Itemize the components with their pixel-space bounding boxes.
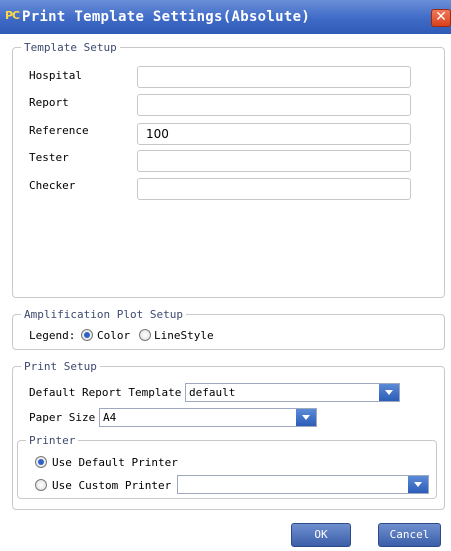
reference-input[interactable]: 100 (137, 123, 411, 145)
linestyle-radio[interactable] (139, 329, 151, 341)
hospital-label: Hospital (29, 69, 82, 82)
tester-label: Tester (29, 151, 69, 164)
paper-size-select[interactable]: A4 (99, 408, 317, 427)
default-template-label: Default Report Template (29, 386, 182, 399)
checker-label: Checker (29, 179, 76, 192)
print-setup-legend: Print Setup (24, 360, 97, 373)
checker-input[interactable] (137, 178, 411, 200)
report-label: Report (29, 96, 69, 109)
title-bar: PC Print Template Settings(Absolute) ✕ (0, 0, 451, 34)
printer-legend: Printer (29, 434, 76, 447)
custom-printer-select[interactable] (177, 475, 429, 494)
default-printer-label: Use Default Printer (52, 456, 178, 469)
reference-label: Reference (29, 124, 89, 137)
report-input[interactable] (137, 94, 411, 116)
amplification-legend: Amplification Plot Setup (24, 308, 183, 321)
color-radio[interactable] (81, 329, 93, 341)
chevron-down-icon[interactable] (296, 409, 316, 426)
paper-size-value: A4 (103, 411, 117, 424)
chevron-down-icon[interactable] (379, 384, 399, 401)
default-printer-radio[interactable] (35, 456, 47, 468)
tester-input[interactable] (137, 150, 411, 172)
amplification-plot-group: Amplification Plot Setup (12, 308, 445, 350)
close-button[interactable]: ✕ (431, 9, 451, 27)
window-title: Print Template Settings(Absolute) (22, 9, 311, 25)
hospital-input[interactable] (137, 66, 411, 88)
color-label: Color (97, 329, 131, 342)
legend-label: Legend: (29, 329, 76, 342)
dialog-body: Template Setup Hospital Report Reference… (0, 34, 451, 551)
cancel-button[interactable]: Cancel (378, 523, 441, 547)
close-icon: ✕ (435, 9, 447, 25)
custom-printer-label: Use Custom Printer (52, 479, 172, 492)
default-template-select[interactable]: default (185, 383, 400, 402)
linestyle-label: LineStyle (154, 329, 214, 342)
ok-button[interactable]: OK (291, 523, 351, 547)
default-template-value: default (189, 386, 236, 399)
paper-size-label: Paper Size (29, 411, 96, 424)
custom-printer-radio[interactable] (35, 479, 47, 491)
chevron-down-icon[interactable] (408, 476, 428, 493)
template-setup-legend: Template Setup (24, 41, 117, 54)
app-logo-icon: PC (5, 9, 20, 22)
